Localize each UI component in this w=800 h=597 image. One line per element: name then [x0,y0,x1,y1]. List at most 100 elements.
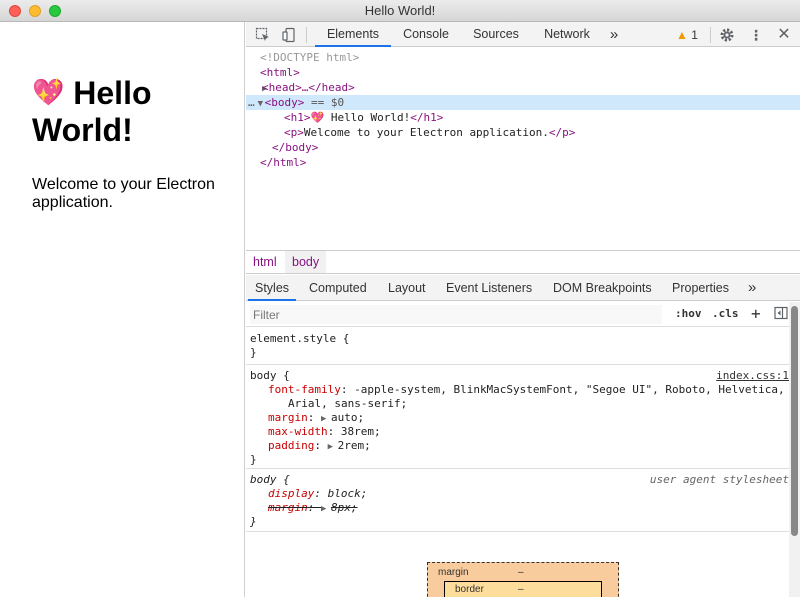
toolbar-separator [710,27,711,43]
body-css-rule[interactable]: body { index.css:1 font-family: -apple-s… [246,365,791,469]
more-options-kebab-icon[interactable]: ⋮ [748,27,764,43]
h1-close-tag: </h1> [410,111,444,124]
h1-open-tag: <h1> [284,111,311,124]
p-close-tag: </p> [548,126,576,139]
tab-network[interactable]: Network [536,22,598,47]
display-declaration[interactable]: display: block; [268,487,367,501]
margin-declaration[interactable]: margin: ▶ auto; [268,411,364,425]
window-title: Hello World! [364,3,436,18]
box-model-diagram: margin – border – [427,562,619,597]
tab-computed[interactable]: Computed [309,275,367,301]
title-bar: Hello World! [0,0,800,22]
rule-close-brace: } [250,346,257,359]
p-open-tag: <p> [284,126,304,139]
margin-value: auto; [331,411,365,424]
dom-node-head[interactable]: ▶<head>…</head> [246,80,800,95]
rule-close-brace: } [250,453,257,466]
element-style-rule[interactable]: element.style { } [246,328,791,365]
tab-elements[interactable]: Elements [315,22,391,47]
tab-layout[interactable]: Layout [388,275,426,301]
html-open-tag: <html> [260,66,300,79]
dom-node-html-close[interactable]: </html> [246,155,800,170]
body-open-tag: <body> [264,96,305,109]
box-model-margin-value[interactable]: – [518,567,524,578]
tab-event-listeners[interactable]: Event Listeners [446,275,532,301]
dom-tree: <!DOCTYPE html> <html> ▶<head>…</head> …… [246,48,800,272]
font-family-property: font-family [268,383,341,396]
dom-node-body-close[interactable]: </body> [246,140,800,155]
warning-count: 1 [691,28,698,42]
ua-margin-value: 8px; [331,501,358,514]
dom-node-html[interactable]: <html> [246,65,800,80]
rule-close-brace: } [250,515,257,528]
class-toggle[interactable]: .cls [712,307,739,320]
more-actions-dots-icon[interactable]: … [246,96,255,109]
styles-filter-input[interactable] [250,305,662,324]
element-style-selector: element.style { [250,332,350,345]
styles-pane: element.style { } body { index.css:1 fon… [246,328,791,597]
tab-console[interactable]: Console [396,22,456,47]
font-family-value-cont: Arial, sans-serif; [288,397,408,410]
expand-shorthand-triangle-icon[interactable]: ▶ [321,502,331,516]
app-paragraph: Welcome to your Electron application. [32,176,215,211]
margin-property: margin [268,411,308,424]
padding-declaration[interactable]: padding: ▶ 2rem; [268,439,371,453]
tab-dom-breakpoints[interactable]: DOM Breakpoints [553,275,652,301]
breadcrumb-body[interactable]: body [285,251,327,273]
more-sidebar-tabs-chevron-icon[interactable]: » [748,275,756,301]
p-text: Welcome to your Electron application. [303,126,549,139]
dom-node-h1[interactable]: <h1>💖 Hello World!</h1> [246,110,800,125]
index-css-source-link[interactable]: index.css:1 [716,369,789,383]
tab-styles[interactable]: Styles [248,275,297,301]
user-agent-body-rule[interactable]: body { user agent stylesheet display: bl… [246,469,791,532]
display-value: block; [327,487,368,500]
dom-node-doctype[interactable]: <!DOCTYPE html> [246,50,800,65]
selected-node-marker: == $0 [311,96,345,109]
font-family-value: -apple-system, BlinkMacSystemFont, "Sego… [354,383,785,396]
max-width-property: max-width [268,425,328,438]
settings-gear-icon[interactable] [719,27,735,43]
more-tabs-chevron-icon[interactable]: » [604,22,624,47]
devtools-toolbar: Elements Console Sources Network » ▲ 1 ⋮… [246,22,800,47]
box-model-margin-label: margin [438,567,469,578]
device-toolbar-icon[interactable] [281,27,297,43]
breadcrumb: html body [246,250,800,274]
max-width-declaration[interactable]: max-width: 38rem; [268,425,381,439]
expand-shorthand-triangle-icon[interactable]: ▶ [321,412,331,426]
hover-state-toggle[interactable]: :hov [675,307,702,320]
warning-icon: ▲ [676,28,688,42]
warnings-badge[interactable]: ▲ 1 [676,27,698,43]
app-heading: 💖 Hello World! [32,74,232,149]
tab-sources[interactable]: Sources [465,22,527,47]
new-style-rule-plus-icon[interactable]: + [751,304,761,323]
max-width-value: 38rem; [340,425,381,438]
body-close-tag: </body> [272,141,319,154]
tab-properties[interactable]: Properties [672,275,729,301]
sparkling-heart-icon: 💖 [32,77,65,107]
overridden-margin-declaration[interactable]: margin: ▶ 8px; [268,501,358,515]
h1-text: 💖 Hello World! [310,111,411,124]
breadcrumb-html[interactable]: html [246,251,284,273]
box-model-border-box: border – [444,581,602,597]
box-model-border-label: border [455,584,484,595]
padding-value: 2rem; [337,439,371,452]
close-devtools-icon[interactable]: ✕ [776,27,792,43]
dom-node-p[interactable]: <p>Welcome to your Electron application.… [246,125,800,140]
toggle-sidebar-icon[interactable] [773,306,789,322]
body-rule-selector: body { [250,369,290,382]
doctype-text: <!DOCTYPE html> [260,51,360,64]
devtools-panel: Elements Console Sources Network » ▲ 1 ⋮… [246,22,800,597]
sidebar-tabs: Styles Computed Layout Event Listeners D… [246,275,800,301]
html-close-tag: </html> [260,156,307,169]
display-property: display [268,487,315,500]
ua-margin-property: margin [268,501,308,514]
styles-scrollbar[interactable] [789,302,800,597]
ua-rule-selector: body { [250,473,290,486]
font-family-declaration[interactable]: font-family: -apple-system, BlinkMacSyst… [268,383,785,397]
styles-scrollbar-thumb[interactable] [791,306,798,536]
box-model-border-value[interactable]: – [518,584,524,595]
expand-shorthand-triangle-icon[interactable]: ▶ [328,440,338,454]
inspect-element-icon[interactable] [255,27,271,43]
dom-node-body[interactable]: … ▼ <body> == $0 [246,95,800,110]
toolbar-separator [306,27,307,43]
